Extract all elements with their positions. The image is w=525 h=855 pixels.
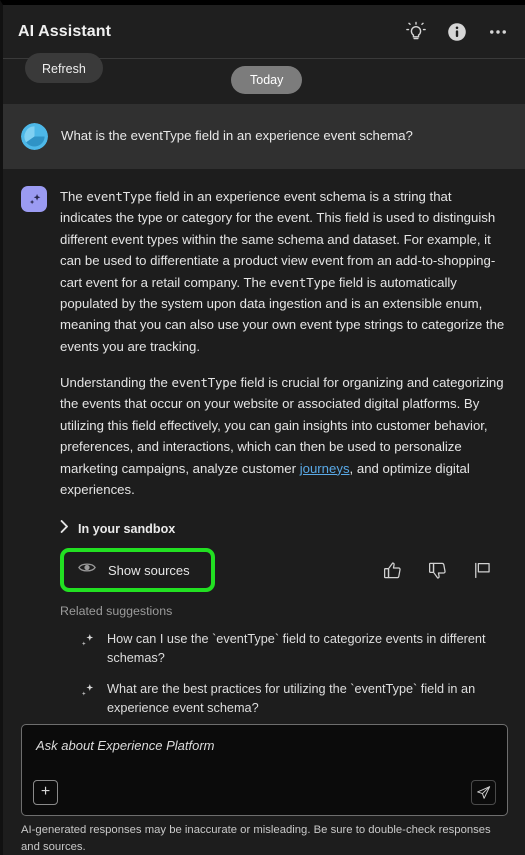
user-avatar xyxy=(21,123,48,150)
conversation-toolbar: Refresh Today xyxy=(3,53,525,104)
ai-disclaimer-text: AI-generated responses may be inaccurate… xyxy=(3,816,525,855)
user-message: What is the eventType field in an experi… xyxy=(3,104,525,169)
chevron-right-icon xyxy=(60,520,69,538)
panel-header: AI Assistant xyxy=(3,5,525,59)
assistant-paragraph-2: Understanding the eventType field is cru… xyxy=(60,372,505,500)
journeys-link[interactable]: journeys xyxy=(300,461,350,476)
related-suggestions-title: Related suggestions xyxy=(60,604,173,619)
suggestion-text: How can I use the `eventType` field to c… xyxy=(107,632,486,666)
report-flag-icon[interactable] xyxy=(473,561,492,580)
feedback-actions xyxy=(383,561,505,580)
assistant-message: The eventType field in an experience eve… xyxy=(3,169,525,725)
send-button[interactable] xyxy=(471,780,496,806)
sources-and-feedback-row: Show sources xyxy=(60,548,505,593)
composer-placeholder: Ask about Experience Platform xyxy=(36,738,215,754)
code-eventtype-3: eventType xyxy=(171,375,237,390)
ai-assistant-panel: AI Assistant Refresh Today What is the e… xyxy=(0,0,525,855)
in-your-sandbox-disclosure[interactable]: In your sandbox xyxy=(60,520,505,538)
header-actions xyxy=(405,21,509,43)
user-message-text: What is the eventType field in an experi… xyxy=(61,128,413,143)
composer-area: Ask about Experience Platform + xyxy=(3,724,525,817)
suggestion-item-2[interactable]: What are the best practices for utilizin… xyxy=(60,679,505,718)
assistant-message-body: The eventType field in an experience eve… xyxy=(60,186,505,717)
thumbs-up-icon[interactable] xyxy=(383,561,402,580)
show-sources-label: Show sources xyxy=(108,562,190,578)
ai-sparkle-avatar xyxy=(21,186,47,212)
para2-seg1: Understanding the xyxy=(60,375,172,390)
suggestion-item-1[interactable]: How can I use the `eventType` field to c… xyxy=(60,629,505,668)
date-divider-chip[interactable]: Today xyxy=(231,66,303,94)
eye-icon xyxy=(78,561,96,579)
sandbox-label: In your sandbox xyxy=(78,522,176,537)
suggestion-text: What are the best practices for utilizin… xyxy=(107,681,476,715)
thumbs-down-icon[interactable] xyxy=(428,561,447,580)
page-title: AI Assistant xyxy=(18,22,112,40)
info-icon[interactable] xyxy=(446,21,468,43)
more-options-icon[interactable] xyxy=(487,21,509,43)
refresh-button[interactable]: Refresh xyxy=(25,53,103,83)
show-sources-button[interactable]: Show sources xyxy=(60,548,215,593)
assistant-paragraph-1: The eventType field in an experience eve… xyxy=(60,186,505,357)
lightbulb-icon[interactable] xyxy=(405,21,427,43)
message-input-box[interactable]: Ask about Experience Platform + xyxy=(21,724,508,817)
sparkle-icon xyxy=(78,632,96,650)
code-eventtype-2: eventType xyxy=(269,274,336,290)
code-eventtype-1: eventType xyxy=(86,189,152,204)
para1-seg1: The xyxy=(60,189,87,204)
sparkle-icon xyxy=(78,682,96,700)
conversation-thread: What is the eventType field in an experi… xyxy=(3,104,525,725)
add-attachment-button[interactable]: + xyxy=(33,780,58,806)
